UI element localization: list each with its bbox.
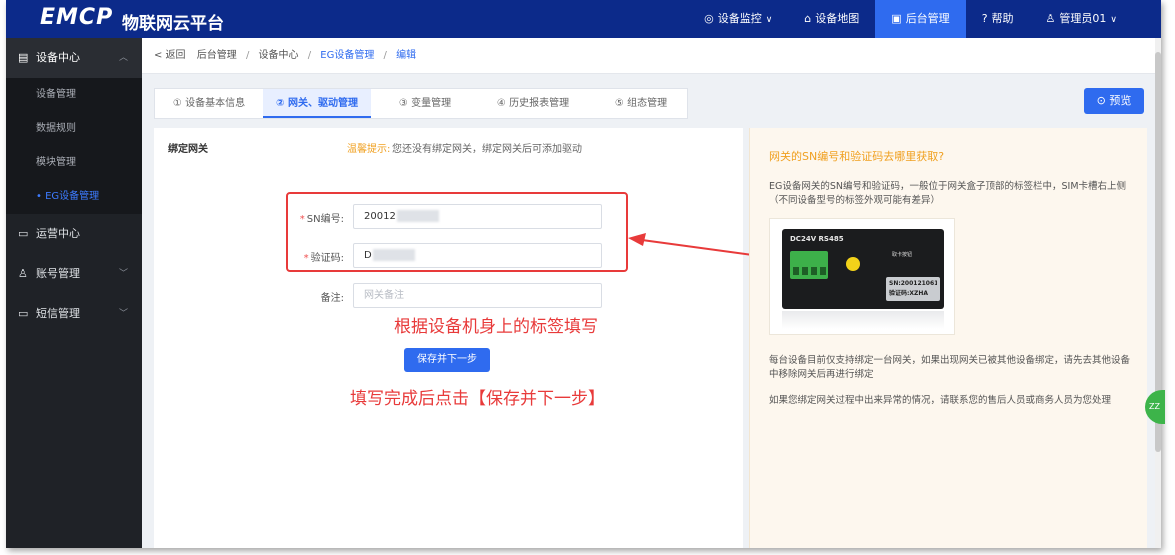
chevron-down-icon: ﹀ <box>118 269 128 279</box>
sn-nameplate: SN:20012106127 验证码:XZHA <box>886 277 940 301</box>
chevron-down-icon: ∨ <box>1110 15 1117 25</box>
terminal-pin <box>793 267 799 275</box>
app-window: EMCP 物联网云平台 ◎ 设备监控 ∨ ⌂ 设备地图 ▣ 后台管理? 帮助 ♙ 管理员01 ∨ ▤… <box>6 0 1161 548</box>
preview-button[interactable]: ⊙ 预览 <box>1084 88 1144 114</box>
operation-center-icon: ▭ <box>18 227 29 240</box>
chevron-up-icon: ︿ <box>118 53 128 63</box>
top-nav-label: 管理员01 <box>1059 12 1107 25</box>
account-icon: ♙ <box>18 267 28 280</box>
gateway-device: DC24V RS485 取卡按钮 SN:20012106127 验证码:XZHA <box>782 229 944 309</box>
device-center-icon: ▤ <box>18 51 29 64</box>
chevron-down-icon: ﹀ <box>118 309 128 319</box>
bind-gateway-card: 绑定网关 温馨提示: 您还没有绑定网关，绑定网关后可添加驱动 * SN编号: 20… <box>154 128 743 548</box>
terminal-pin <box>802 267 808 275</box>
brand-logo[interactable]: EMCP <box>40 5 113 30</box>
tab-device-basic-info[interactable]: ① 设备基本信息 <box>155 89 263 118</box>
help-paragraph: 每台设备目前仅支持绑定一台网关，如果出现网关已被其他设备绑定，请先去其他设备中移… <box>769 355 1131 380</box>
breadcrumb-separator: / <box>307 50 312 61</box>
tab-configuration[interactable]: ⑤ 组态管理 <box>587 89 695 118</box>
top-bar: EMCP 物联网云平台 ◎ 设备监控 ∨ ⌂ 设备地图 ▣ 后台管理? 帮助 ♙ 管理员01 ∨ <box>6 0 1161 38</box>
sidebar-item-eg-device-management[interactable]: • EG设备管理 <box>6 180 142 214</box>
top-nav-item[interactable]: ♙ 管理员01 ∨ <box>1030 0 1133 38</box>
breadcrumb-separator: / <box>383 50 387 61</box>
sidebar-group-label: 账号管理 <box>36 267 80 280</box>
gateway-device-image: DC24V RS485 取卡按钮 SN:20012106127 验证码:XZHA <box>769 218 955 335</box>
top-nav-label: 后台管理 <box>905 12 950 25</box>
sim-eject-button <box>846 257 860 271</box>
top-nav-item[interactable]: ? 帮助 <box>966 0 1030 38</box>
platform-title: 物联网云平台 <box>122 14 224 34</box>
device-small-label: 取卡按钮 <box>892 252 913 258</box>
help-panel: 网关的SN编号和验证码去哪里获取? EG设备网关的SN编号和验证码，一般位于网关… <box>749 128 1147 548</box>
tip-label: 温馨提示: <box>347 144 391 155</box>
sidebar-group-label: 短信管理 <box>36 307 80 320</box>
top-nav-item[interactable]: ▣ 后台管理 <box>875 0 966 38</box>
save-and-next-button[interactable]: 保存并下一步 <box>404 348 490 372</box>
backend-admin-icon: ▣ <box>891 12 902 25</box>
chevron-down-icon: ∨ <box>765 15 773 25</box>
user-icon: ♙ <box>1045 12 1056 25</box>
sidebar-item-device-management[interactable]: 设备管理 <box>6 78 142 112</box>
top-nav-item[interactable]: ◎ 设备监控 ∨ <box>688 0 788 38</box>
breadcrumb-separator: / <box>245 50 250 61</box>
device-reflection <box>782 311 944 329</box>
help-icon: ? <box>981 12 988 25</box>
top-nav-label: 设备地图 <box>815 12 860 25</box>
sidebar-group-label: 设备中心 <box>36 51 80 64</box>
device-map-icon: ⌂ <box>804 12 812 25</box>
device-port-label: DC24V RS485 <box>790 235 844 243</box>
top-nav-label: 设备监控 <box>717 12 762 25</box>
remark-label: 备注: <box>320 293 344 304</box>
help-paragraph: EG设备网关的SN编号和验证码，一般位于网关盒子顶部的标签栏中，SIM卡槽右上侧… <box>769 181 1127 206</box>
breadcrumb-item[interactable]: EG设备管理 <box>320 50 374 61</box>
terminal-block <box>790 251 828 279</box>
step-tabs: ① 设备基本信息 ② 网关、驱动管理 ③ 变量管理 ④ 历史报表管理 ⑤ 组态管… <box>154 88 688 119</box>
breadcrumb: < 返回 后台管理 / 设备中心 / EG设备管理 / 编辑 <box>142 38 1161 74</box>
tip-text: 您还没有绑定网关，绑定网关后可添加驱动 <box>392 144 582 155</box>
sidebar-group-label: 运营中心 <box>36 227 80 240</box>
card-title: 绑定网关 <box>168 144 208 155</box>
help-paragraph: 如果您绑定网关过程中出来异常的情况，请联系您的售后人员或商务人员为您处理 <box>769 395 1112 406</box>
back-link[interactable]: < 返回 <box>154 50 186 61</box>
help-question: 网关的SN编号和验证码去哪里获取? <box>769 150 945 163</box>
sidebar-group-account-management[interactable]: ♙ 账号管理 ﹀ <box>6 254 142 294</box>
sidebar: ▤ 设备中心 ︿ 设备管理 数据规则 模块管理 • EG设备管理 ▭ 运营中心 ♙ 账… <box>6 38 142 548</box>
annotation-click-save: 填写完成后点击【保存并下一步】 <box>350 389 605 409</box>
tab-gateway-driver[interactable]: ② 网关、驱动管理 <box>263 89 371 118</box>
sms-icon: ▭ <box>18 307 29 320</box>
annotation-arrow <box>628 233 761 257</box>
tab-variable-management[interactable]: ③ 变量管理 <box>371 89 479 118</box>
highlight-box <box>286 192 628 272</box>
terminal-pin <box>811 267 817 275</box>
breadcrumb-item[interactable]: 后台管理 <box>197 50 237 61</box>
annotation-fill-label: 根据设备机身上的标签填写 <box>394 317 598 337</box>
terminal-pin <box>820 267 826 275</box>
plate-code: 验证码:XZHA <box>889 290 929 297</box>
top-nav-label: 帮助 <box>991 12 1014 25</box>
top-nav: ◎ 设备监控 ∨ ⌂ 设备地图 ▣ 后台管理? 帮助 ♙ 管理员01 ∨ <box>688 0 1133 38</box>
sidebar-group-device-center[interactable]: ▤ 设备中心 ︿ <box>6 38 142 78</box>
breadcrumb-current: 编辑 <box>396 50 417 61</box>
tab-history-report[interactable]: ④ 历史报表管理 <box>479 89 587 118</box>
sidebar-item-data-rules[interactable]: 数据规则 <box>6 112 142 146</box>
sidebar-group-sms-management[interactable]: ▭ 短信管理 ﹀ <box>6 294 142 334</box>
breadcrumb-item[interactable]: 设备中心 <box>259 50 299 61</box>
sidebar-group-operation-center[interactable]: ▭ 运营中心 <box>6 214 142 254</box>
top-nav-item[interactable]: ⌂ 设备地图 <box>788 0 875 38</box>
device-monitor-icon: ◎ <box>704 12 714 25</box>
plate-sn: SN:20012106127 <box>889 280 937 287</box>
sidebar-item-module-management[interactable]: 模块管理 <box>6 146 142 180</box>
remark-input[interactable]: 网关备注 <box>353 283 602 308</box>
